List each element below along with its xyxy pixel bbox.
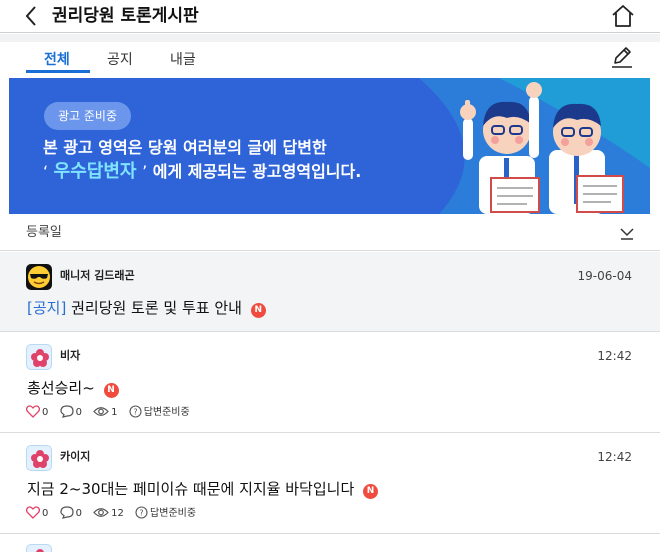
question-circle-icon: ? <box>129 405 142 418</box>
home-icon[interactable] <box>610 3 636 29</box>
post-title-text: 권리당원 토론 및 투표 안내 <box>71 299 242 317</box>
post-title[interactable]: [공지] 권리당원 토론 및 투표 안내 N <box>27 297 266 319</box>
post-author: 매니저 김드래곤 <box>60 269 135 282</box>
sort-label[interactable]: 등록일 <box>26 224 62 242</box>
sort-bar: 등록일 <box>0 214 660 251</box>
heart-icon <box>25 506 41 519</box>
post-author: 카이지 <box>60 450 91 463</box>
new-badge: N <box>363 484 379 499</box>
post-stats: 0 0 12 ? 답변준비중 <box>25 506 204 522</box>
avatar <box>26 544 52 552</box>
eye-icon <box>93 508 109 517</box>
tab-notice[interactable]: 공지 <box>107 50 133 70</box>
post-title-text: 지금 2~30대는 페미이슈 때문에 지지율 바닥입니다 <box>27 480 355 498</box>
list-item[interactable]: 카이지 12:42 지금 2~30대는 페미이슈 때문에 지지율 바닥입니다 N… <box>0 433 660 534</box>
like-count: 0 <box>42 407 49 418</box>
post-time: 12:42 <box>597 450 632 464</box>
top-bar: 권리당원 토론게시판 <box>0 0 660 33</box>
heart-icon <box>25 405 41 418</box>
banner-text-rest: 에게 제공되는 광고영역입니다. <box>152 162 362 181</box>
post-time: 19-06-04 <box>577 269 632 283</box>
avatar <box>26 344 52 370</box>
thumbs-up-characters-illustration <box>419 78 650 214</box>
list-item[interactable] <box>0 534 660 552</box>
comment-icon <box>59 405 74 418</box>
comment-count: 0 <box>75 407 82 418</box>
ad-banner[interactable]: 광고 준비중 본 광고 영역은 당원 여러분의 글에 답변한 ‘ 우수답변자 ’… <box>9 78 650 214</box>
like-stat[interactable]: 0 <box>25 405 49 421</box>
comment-stat[interactable]: 0 <box>59 506 82 522</box>
pencil-icon[interactable] <box>610 45 634 69</box>
list-item[interactable]: 비자 12:42 총선승리~ N 0 0 1 ? 답변준비중 <box>0 332 660 433</box>
chevron-down-underline-icon[interactable] <box>618 224 636 242</box>
answer-stat: ? 답변준비중 <box>129 405 190 421</box>
new-badge: N <box>103 383 119 398</box>
flower-icon <box>31 349 49 367</box>
new-badge: N <box>250 303 266 318</box>
view-stat: 1 <box>93 405 118 421</box>
answer-stat: ? 답변준비중 <box>135 506 196 522</box>
chevron-left-icon[interactable] <box>20 4 44 28</box>
banner-text-line2: ‘ 우수답변자 ’ 에게 제공되는 광고영역입니다. <box>43 161 361 183</box>
post-time: 12:42 <box>597 349 632 363</box>
avatar <box>26 264 52 290</box>
sunglasses-emoji-icon <box>28 266 50 288</box>
like-stat[interactable]: 0 <box>25 506 49 522</box>
banner-highlight: 우수답변자 <box>53 161 137 182</box>
comment-count: 0 <box>75 508 82 519</box>
page-title: 권리당원 토론게시판 <box>52 6 199 26</box>
banner-badge: 광고 준비중 <box>44 102 132 130</box>
divider <box>0 34 660 42</box>
comment-stat[interactable]: 0 <box>59 405 82 421</box>
view-count: 1 <box>111 407 118 418</box>
post-title[interactable]: 총선승리~ N <box>27 377 119 399</box>
banner-quote-open: ‘ <box>43 162 49 181</box>
avatar <box>26 445 52 471</box>
banner-text-line1: 본 광고 영역은 당원 여러분의 글에 답변한 <box>43 138 327 157</box>
post-title-text: 총선승리~ <box>27 379 95 397</box>
answer-status: 답변준비중 <box>143 407 190 418</box>
like-count: 0 <box>42 508 49 519</box>
flower-icon <box>31 450 49 468</box>
comment-icon <box>59 506 74 519</box>
tab-bar: 전체 공지 내글 <box>0 42 660 78</box>
flower-icon <box>36 549 44 552</box>
tab-my-posts[interactable]: 내글 <box>170 50 196 70</box>
active-tab-indicator <box>26 70 90 73</box>
svg-text:?: ? <box>133 408 137 417</box>
question-circle-icon: ? <box>135 506 148 519</box>
answer-status: 답변준비중 <box>150 508 197 519</box>
eye-icon <box>93 407 109 416</box>
banner-quote-close: ’ <box>142 162 148 181</box>
notice-tag: [공지] <box>27 299 67 317</box>
post-author: 비자 <box>60 349 81 362</box>
svg-text:?: ? <box>139 509 143 518</box>
view-count: 12 <box>111 508 124 519</box>
list-item[interactable]: 매니저 김드래곤 19-06-04 [공지] 권리당원 토론 및 투표 안내 N <box>0 252 660 332</box>
tab-all[interactable]: 전체 <box>44 50 70 70</box>
view-stat: 12 <box>93 506 124 522</box>
post-stats: 0 0 1 ? 답변준비중 <box>25 405 198 421</box>
post-title[interactable]: 지금 2~30대는 페미이슈 때문에 지지율 바닥입니다 N <box>27 478 379 500</box>
